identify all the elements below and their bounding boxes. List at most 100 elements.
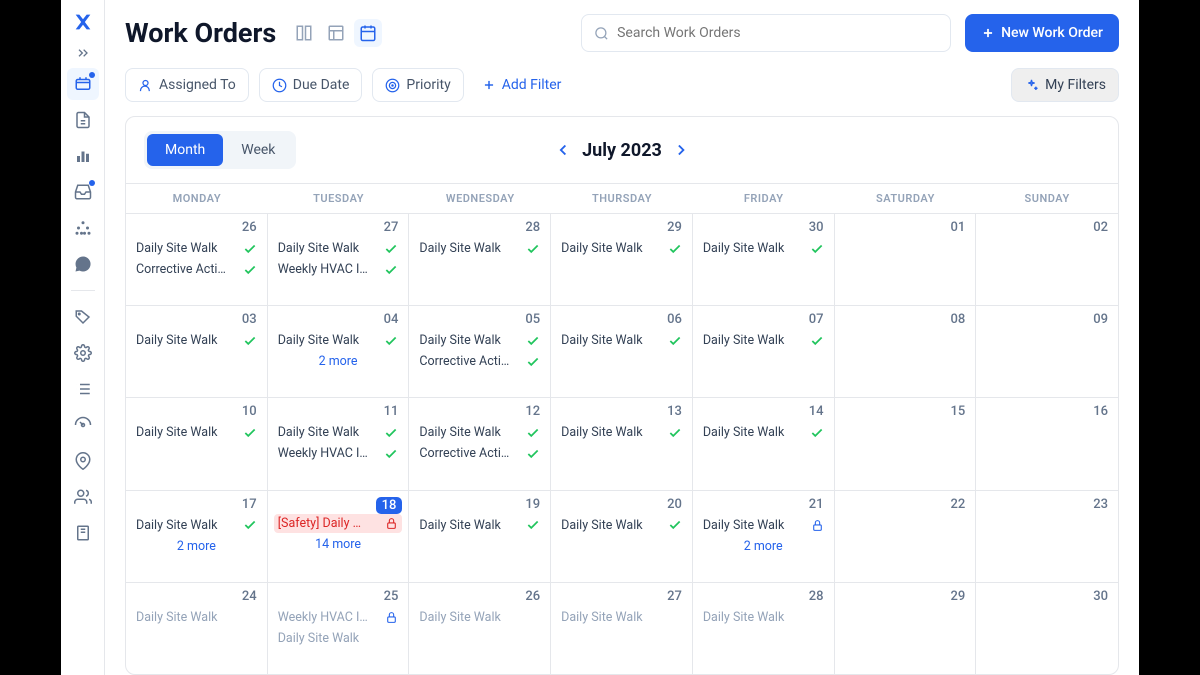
filter-priority[interactable]: Priority: [372, 68, 463, 102]
search-input[interactable]: [617, 25, 938, 41]
calendar-event[interactable]: Daily Site Walk: [415, 608, 544, 627]
my-filters-button[interactable]: My Filters: [1011, 68, 1119, 102]
more-events-link[interactable]: 2 more: [699, 537, 828, 556]
search-input-wrapper[interactable]: [581, 14, 951, 52]
calendar-cell[interactable]: 26Daily Site WalkCorrective Acti…: [126, 213, 268, 305]
calendar-event[interactable]: Daily Site Walk: [274, 423, 403, 442]
nav-vendors[interactable]: [67, 517, 99, 549]
calendar-cell[interactable]: 10Daily Site Walk: [126, 397, 268, 489]
calendar-cell[interactable]: 30: [976, 582, 1118, 674]
calendar-cell[interactable]: 12Daily Site WalkCorrective Acti…: [409, 397, 551, 489]
calendar-event[interactable]: Daily Site Walk: [274, 239, 403, 258]
calendar-event[interactable]: Daily Site Walk: [557, 331, 686, 350]
nav-people[interactable]: [67, 481, 99, 513]
calendar-event[interactable]: Daily Site Walk: [415, 239, 544, 258]
calendar-event[interactable]: Corrective Acti…: [132, 260, 261, 279]
calendar-cell[interactable]: 01: [835, 213, 977, 305]
week-view-button[interactable]: Week: [223, 134, 293, 166]
calendar-cell[interactable]: 24Daily Site Walk: [126, 582, 268, 674]
calendar-cell[interactable]: 13Daily Site Walk: [551, 397, 693, 489]
calendar-event[interactable]: Weekly HVAC I…: [274, 260, 403, 279]
calendar-event[interactable]: Daily Site Walk: [699, 516, 828, 535]
nav-work-orders[interactable]: [67, 68, 99, 100]
calendar-cell[interactable]: 08: [835, 305, 977, 397]
view-kanban-button[interactable]: [290, 19, 318, 47]
nav-documents[interactable]: [67, 104, 99, 136]
nav-location[interactable]: [67, 445, 99, 477]
nav-hierarchy[interactable]: [67, 212, 99, 244]
nav-chat[interactable]: [67, 248, 99, 280]
calendar-cell[interactable]: 26Daily Site Walk: [409, 582, 551, 674]
calendar-event[interactable]: Corrective Acti…: [415, 352, 544, 371]
new-work-order-button[interactable]: New Work Order: [965, 14, 1119, 52]
calendar-cell[interactable]: 11Daily Site WalkWeekly HVAC I…: [268, 397, 410, 489]
calendar-event[interactable]: Daily Site Walk: [699, 331, 828, 350]
expand-sidebar-button[interactable]: [67, 42, 99, 64]
calendar-event[interactable]: Daily Site Walk: [699, 239, 828, 258]
calendar-event[interactable]: Daily Site Walk: [557, 608, 686, 627]
calendar-event[interactable]: Weekly HVAC I…: [274, 608, 403, 627]
calendar-cell[interactable]: 05Daily Site WalkCorrective Acti…: [409, 305, 551, 397]
calendar-event[interactable]: Daily Site Walk: [132, 608, 261, 627]
more-events-link[interactable]: 2 more: [274, 352, 403, 371]
calendar-event[interactable]: Daily Site Walk: [274, 629, 403, 648]
calendar-cell[interactable]: 28Daily Site Walk: [693, 582, 835, 674]
next-month-button[interactable]: [672, 141, 690, 159]
calendar-cell[interactable]: 29Daily Site Walk: [551, 213, 693, 305]
calendar-cell[interactable]: 09: [976, 305, 1118, 397]
calendar-event[interactable]: Daily Site Walk: [699, 423, 828, 442]
calendar-event[interactable]: Daily Site Walk: [274, 331, 403, 350]
calendar-event[interactable]: Weekly HVAC I…: [274, 444, 403, 463]
more-events-link[interactable]: 2 more: [132, 537, 261, 556]
calendar-cell[interactable]: 29: [835, 582, 977, 674]
calendar-event[interactable]: Daily Site Walk: [132, 516, 261, 535]
calendar-cell[interactable]: 04Daily Site Walk2 more: [268, 305, 410, 397]
calendar-event[interactable]: Daily Site Walk: [415, 516, 544, 535]
calendar-cell[interactable]: 25Weekly HVAC I…Daily Site Walk: [268, 582, 410, 674]
calendar-cell[interactable]: 28Daily Site Walk: [409, 213, 551, 305]
month-view-button[interactable]: Month: [147, 134, 223, 166]
calendar-cell[interactable]: 07Daily Site Walk: [693, 305, 835, 397]
nav-tags[interactable]: [67, 301, 99, 333]
calendar-cell[interactable]: 15: [835, 397, 977, 489]
calendar-event[interactable]: [Safety] Daily …: [274, 514, 403, 533]
nav-meters[interactable]: [67, 409, 99, 441]
nav-settings[interactable]: [67, 337, 99, 369]
calendar-cell[interactable]: 30Daily Site Walk: [693, 213, 835, 305]
filter-due-date[interactable]: Due Date: [259, 68, 363, 102]
calendar-event[interactable]: Corrective Acti…: [415, 444, 544, 463]
calendar-event[interactable]: Daily Site Walk: [132, 423, 261, 442]
calendar-event[interactable]: Daily Site Walk: [415, 423, 544, 442]
calendar-cell[interactable]: 17Daily Site Walk2 more: [126, 490, 268, 582]
calendar-cell[interactable]: 03Daily Site Walk: [126, 305, 268, 397]
nav-reports[interactable]: [67, 140, 99, 172]
calendar-cell[interactable]: 19Daily Site Walk: [409, 490, 551, 582]
calendar-cell[interactable]: 02: [976, 213, 1118, 305]
calendar-event[interactable]: Daily Site Walk: [557, 423, 686, 442]
calendar-cell[interactable]: 18[Safety] Daily …14 more: [268, 490, 410, 582]
calendar-event[interactable]: Daily Site Walk: [699, 608, 828, 627]
calendar-event[interactable]: Daily Site Walk: [132, 331, 261, 350]
calendar-cell[interactable]: 06Daily Site Walk: [551, 305, 693, 397]
calendar-cell[interactable]: 21Daily Site Walk2 more: [693, 490, 835, 582]
calendar-event[interactable]: Daily Site Walk: [557, 516, 686, 535]
calendar-event[interactable]: Daily Site Walk: [132, 239, 261, 258]
calendar-event[interactable]: Daily Site Walk: [415, 331, 544, 350]
more-events-link[interactable]: 14 more: [274, 535, 403, 554]
view-calendar-button[interactable]: [354, 19, 382, 47]
calendar-cell[interactable]: 27Daily Site Walk: [551, 582, 693, 674]
calendar-event[interactable]: Daily Site Walk: [557, 239, 686, 258]
view-table-button[interactable]: [322, 19, 350, 47]
nav-inbox[interactable]: [67, 176, 99, 208]
calendar-cell[interactable]: 23: [976, 490, 1118, 582]
prev-month-button[interactable]: [554, 141, 572, 159]
calendar-cell[interactable]: 16: [976, 397, 1118, 489]
plus-icon: [482, 78, 496, 92]
calendar-cell[interactable]: 22: [835, 490, 977, 582]
calendar-cell[interactable]: 27Daily Site WalkWeekly HVAC I…: [268, 213, 410, 305]
filter-assigned[interactable]: Assigned To: [125, 68, 249, 102]
nav-list[interactable]: [67, 373, 99, 405]
calendar-cell[interactable]: 14Daily Site Walk: [693, 397, 835, 489]
add-filter-button[interactable]: Add Filter: [474, 77, 570, 93]
calendar-cell[interactable]: 20Daily Site Walk: [551, 490, 693, 582]
